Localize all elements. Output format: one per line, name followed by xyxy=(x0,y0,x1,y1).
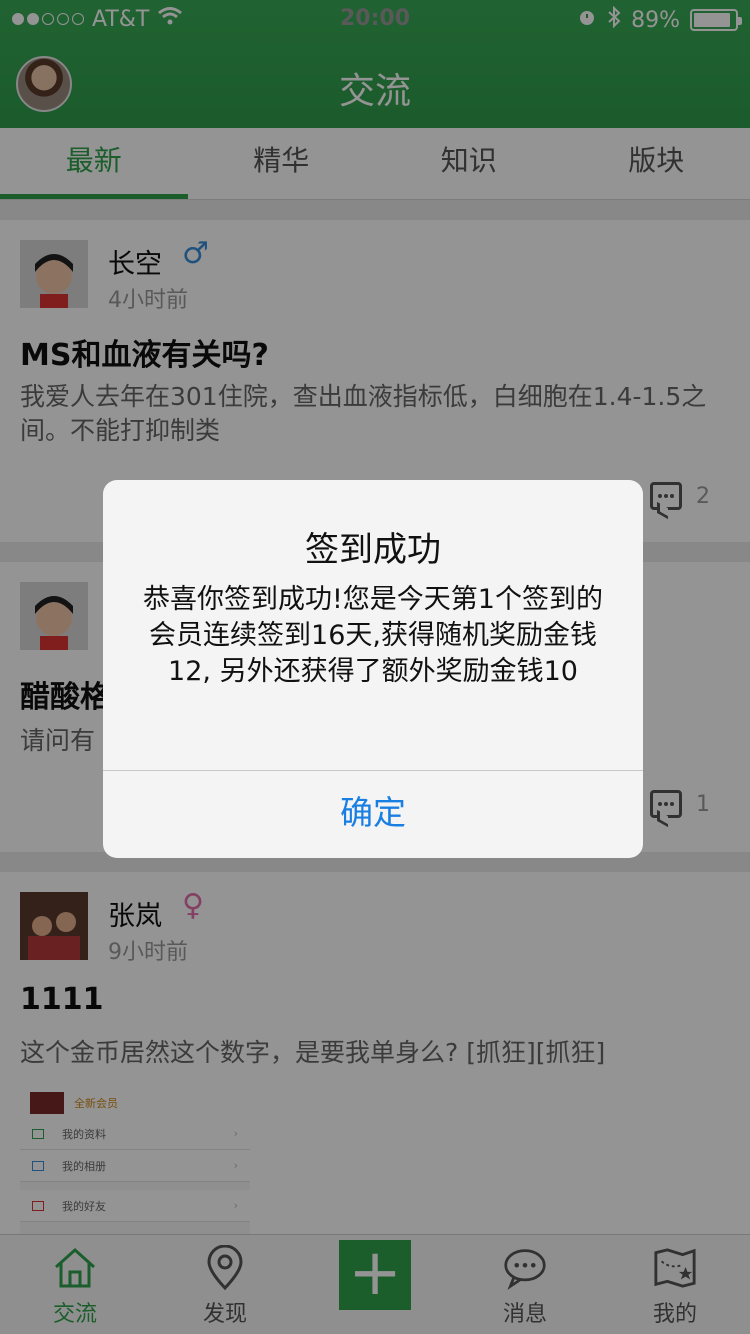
checkin-alert: 签到成功 恭喜你签到成功!您是今天第1个签到的会员连续签到16天,获得随机奖励金… xyxy=(103,480,643,858)
confirm-button[interactable]: 确定 xyxy=(103,771,643,858)
alert-title: 签到成功 xyxy=(305,530,441,570)
alert-message: 恭喜你签到成功!您是今天第1个签到的会员连续签到16天,获得随机奖励金钱12, … xyxy=(142,584,603,687)
